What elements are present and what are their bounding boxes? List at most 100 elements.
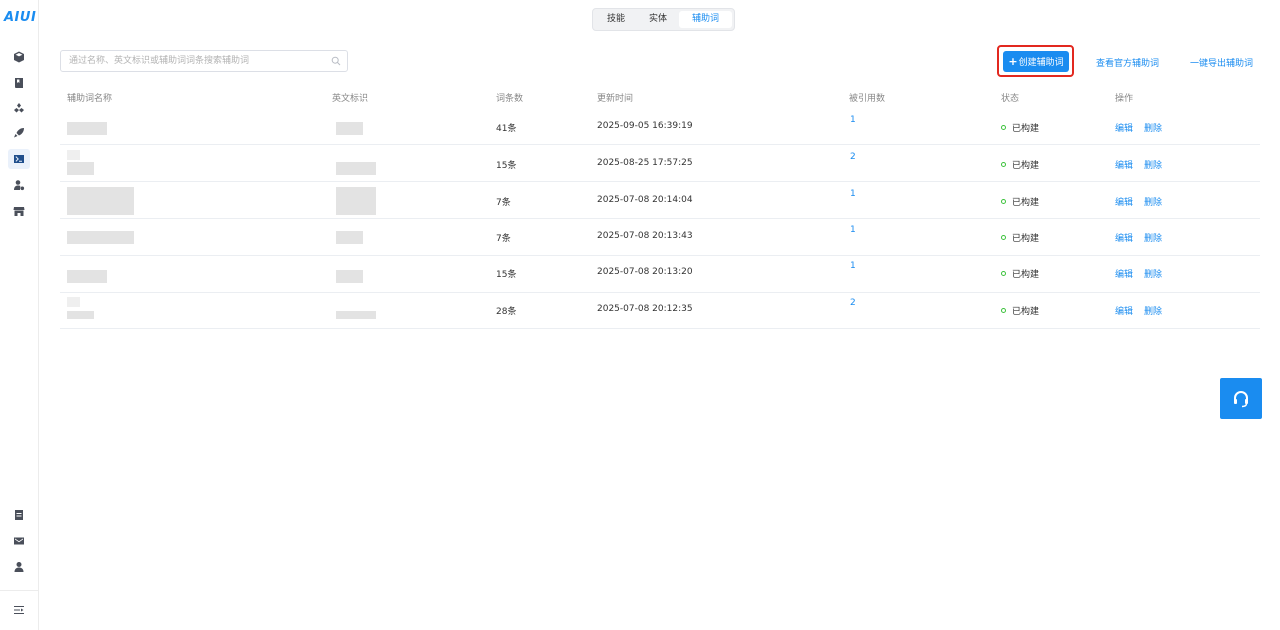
redacted-name: [67, 297, 80, 307]
export-link[interactable]: 一键导出辅助词: [1190, 56, 1253, 69]
edit-link[interactable]: 编辑: [1115, 304, 1133, 317]
reference-count[interactable]: 2: [850, 152, 856, 162]
table-row: 7条 2025-07-08 20:14:04 1 已构建 编辑 删除: [60, 182, 1260, 219]
network-icon[interactable]: [8, 98, 30, 118]
book-icon[interactable]: [8, 73, 30, 93]
table-row: 7条 2025-07-08 20:13:43 1 已构建 编辑 删除: [60, 219, 1260, 256]
updated-time: 2025-07-08 20:12:35: [597, 304, 693, 314]
user-icon[interactable]: [8, 557, 30, 577]
delete-link[interactable]: 删除: [1144, 121, 1162, 134]
create-button-highlight: +创建辅助词: [997, 45, 1074, 77]
store-icon[interactable]: [8, 201, 30, 221]
mail-icon[interactable]: [8, 531, 30, 551]
type-tabs: 技能 实体 辅助词: [592, 8, 736, 31]
status-badge: 已构建: [1001, 231, 1039, 244]
reference-count[interactable]: 1: [850, 225, 856, 235]
redacted-name: [67, 187, 134, 215]
word-count: 15条: [496, 161, 517, 171]
delete-link[interactable]: 删除: [1144, 304, 1162, 317]
status-dot: [1001, 162, 1006, 167]
status-dot: [1001, 235, 1006, 240]
status-text: 已构建: [1012, 307, 1040, 317]
status-text: 已构建: [1012, 161, 1040, 171]
sidebar: AIUI: [0, 0, 39, 630]
header-status: 状态: [1001, 94, 1020, 104]
status-dot: [1001, 199, 1006, 204]
updated-time: 2025-07-08 20:13:20: [597, 267, 693, 277]
updated-time: 2025-07-08 20:14:04: [597, 195, 693, 205]
header-actions: 操作: [1115, 94, 1134, 104]
status-dot: [1001, 271, 1006, 276]
reference-count[interactable]: 1: [850, 189, 856, 199]
status-badge: 已构建: [1001, 267, 1039, 280]
tab-entities[interactable]: 实体: [637, 11, 679, 28]
updated-time: 2025-08-25 17:57:25: [597, 158, 693, 168]
delete-link[interactable]: 删除: [1144, 195, 1162, 208]
search-input[interactable]: [69, 54, 319, 68]
table-row: 15条 2025-07-08 20:13:20 1 已构建 编辑 删除: [60, 256, 1260, 293]
reference-count[interactable]: 1: [850, 261, 856, 271]
tab-auxiliary-words[interactable]: 辅助词: [679, 11, 733, 28]
menu-fold-icon[interactable]: [8, 600, 30, 620]
redacted-english-id: [336, 270, 363, 283]
status-text: 已构建: [1012, 234, 1040, 244]
redacted-name: [67, 270, 107, 283]
status-text: 已构建: [1012, 124, 1040, 134]
word-count: 28条: [496, 307, 517, 317]
sidebar-divider: [0, 590, 39, 591]
delete-link[interactable]: 删除: [1144, 158, 1162, 171]
status-badge: 已构建: [1001, 121, 1039, 134]
table-row: 41条 2025-09-05 16:39:19 1 已构建 编辑 删除: [60, 108, 1260, 145]
header-count: 词条数: [496, 94, 524, 104]
status-badge: 已构建: [1001, 195, 1039, 208]
table-row: 15条 2025-08-25 17:57:25 2 已构建 编辑 删除: [60, 145, 1260, 182]
word-count: 41条: [496, 124, 517, 134]
redacted-name: [67, 311, 94, 319]
search-box: [60, 50, 348, 72]
edit-link[interactable]: 编辑: [1115, 231, 1133, 244]
header-refs: 被引用数: [849, 94, 886, 104]
headset-icon: [1234, 390, 1248, 407]
search-icon[interactable]: [331, 56, 341, 66]
user-settings-icon[interactable]: [8, 175, 30, 195]
status-dot: [1001, 125, 1006, 130]
customer-support-button[interactable]: [1220, 378, 1262, 419]
redacted-english-id: [336, 187, 376, 215]
edit-link[interactable]: 编辑: [1115, 158, 1133, 171]
redacted-name: [67, 122, 107, 135]
create-auxiliary-word-button[interactable]: +创建辅助词: [1003, 51, 1069, 72]
cube-icon[interactable]: [8, 47, 30, 67]
status-badge: 已构建: [1001, 158, 1039, 171]
word-count: 15条: [496, 270, 517, 280]
delete-link[interactable]: 删除: [1144, 267, 1162, 280]
edit-link[interactable]: 编辑: [1115, 195, 1133, 208]
header-english-id: 英文标识: [332, 94, 369, 104]
redacted-english-id: [336, 311, 376, 319]
tab-skills[interactable]: 技能: [595, 11, 637, 28]
redacted-name: [67, 162, 94, 175]
table-row: 28条 2025-07-08 20:12:35 2 已构建 编辑 删除: [60, 292, 1260, 329]
rocket-icon[interactable]: [8, 123, 30, 143]
plus-icon: +: [1008, 55, 1018, 68]
status-text: 已构建: [1012, 198, 1040, 208]
edit-link[interactable]: 编辑: [1115, 267, 1133, 280]
redacted-name: [67, 231, 134, 244]
header-name: 辅助词名称: [67, 94, 113, 104]
redacted-english-id: [336, 231, 363, 244]
status-text: 已构建: [1012, 270, 1040, 280]
word-count: 7条: [496, 234, 511, 244]
header-updated: 更新时间: [597, 94, 634, 104]
edit-link[interactable]: 编辑: [1115, 121, 1133, 134]
word-count: 7条: [496, 198, 511, 208]
redacted-name: [67, 150, 80, 160]
delete-link[interactable]: 删除: [1144, 231, 1162, 244]
status-badge: 已构建: [1001, 304, 1039, 317]
create-button-label: 创建辅助词: [1018, 58, 1064, 68]
view-official-link[interactable]: 查看官方辅助词: [1096, 56, 1159, 69]
reference-count[interactable]: 2: [850, 298, 856, 308]
app-logo[interactable]: AIUI: [4, 10, 36, 28]
document-icon[interactable]: [8, 505, 30, 525]
reference-count[interactable]: 1: [850, 115, 856, 125]
redacted-english-id: [336, 122, 363, 135]
terminal-icon[interactable]: [8, 149, 30, 169]
